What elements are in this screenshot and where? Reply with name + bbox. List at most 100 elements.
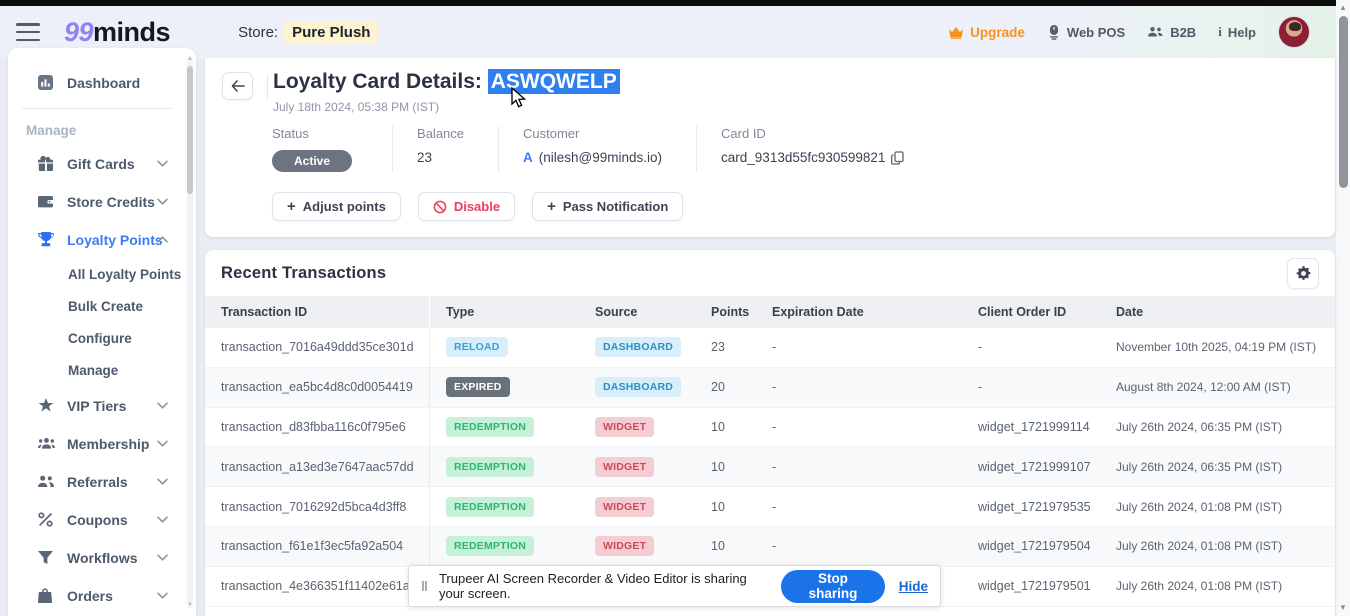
store-selector: Store: Pure Plush bbox=[238, 20, 379, 44]
sidebar-item-dashboard[interactable]: Dashboard bbox=[8, 69, 186, 96]
app-logo[interactable]: 99minds bbox=[64, 16, 171, 48]
sidebar-item-workflows[interactable]: Workflows bbox=[8, 544, 186, 571]
sidebar-item-membership[interactable]: Membership bbox=[8, 430, 186, 457]
stop-sharing-button[interactable]: Stop sharing bbox=[781, 569, 885, 603]
scroll-up-arrow-icon[interactable]: ▲ bbox=[1336, 2, 1350, 14]
sidebar-item-orders[interactable]: Orders bbox=[8, 582, 186, 609]
cell-client-order-id: - bbox=[978, 380, 983, 395]
referrals-icon bbox=[38, 473, 55, 490]
cell-expiration-date: - bbox=[772, 539, 777, 554]
hamburger-menu-icon[interactable] bbox=[16, 23, 40, 41]
transaction-row: transaction_a13ed3e7647aac57dd REDEMPTION… bbox=[205, 447, 1335, 488]
dashboard-icon bbox=[38, 74, 55, 91]
card-actions: + Adjust points Disable + Pass Notificat… bbox=[272, 192, 684, 221]
balance-field: Balance 23 bbox=[417, 126, 500, 172]
sidebar-item-label: Workflows bbox=[67, 549, 138, 566]
sidebar-item-store-credits[interactable]: Store Credits bbox=[8, 188, 186, 215]
disable-button[interactable]: Disable bbox=[417, 192, 516, 221]
cell-source: WIDGET bbox=[579, 496, 695, 517]
back-button[interactable] bbox=[222, 72, 253, 100]
cell-transaction-id: transaction_7016292d5bca4d3ff8 bbox=[205, 487, 430, 526]
sidebar-item-vip-tiers[interactable]: VIP Tiers bbox=[8, 392, 186, 419]
sidebar-subitem-all-loyalty-points[interactable]: All Loyalty Points bbox=[8, 264, 186, 285]
table-settings-button[interactable] bbox=[1287, 257, 1319, 289]
logo-minds: minds bbox=[93, 16, 171, 47]
customer-email[interactable]: (nilesh@99minds.io) bbox=[539, 150, 662, 165]
chevron-down-icon bbox=[157, 478, 168, 485]
gear-icon bbox=[1296, 265, 1311, 281]
cell-source: DASHBOARD bbox=[579, 377, 695, 398]
type-badge: RELOAD bbox=[446, 337, 508, 358]
customer-initial: A bbox=[523, 150, 533, 165]
scroll-down-arrow-icon[interactable]: ▼ bbox=[1336, 602, 1350, 614]
sidebar-item-label: Store Credits bbox=[67, 193, 155, 210]
adjust-points-button[interactable]: + Adjust points bbox=[272, 192, 401, 221]
sidebar-item-label: Loyalty Points bbox=[67, 231, 163, 248]
cell-points: 10 bbox=[711, 539, 725, 554]
page-scrollbar-thumb[interactable] bbox=[1338, 16, 1348, 188]
hide-share-bar-link[interactable]: Hide bbox=[899, 579, 928, 594]
cell-date: July 26th 2024, 06:35 PM (IST) bbox=[1116, 459, 1283, 474]
sidebar-scrollbar: ▲ ▼ bbox=[187, 56, 193, 608]
cell-source: WIDGET bbox=[579, 456, 695, 477]
status-field: Status Active bbox=[272, 126, 394, 172]
sidebar-item-label: Orders bbox=[67, 587, 113, 604]
sidebar-item-coupons[interactable]: Coupons bbox=[8, 506, 186, 533]
card-id-label: Card ID bbox=[721, 126, 766, 141]
cell-points: 10 bbox=[711, 499, 725, 514]
sidebar-item-label: Referrals bbox=[67, 473, 128, 490]
help-link[interactable]: i Help bbox=[1218, 24, 1256, 40]
b2b-label: B2B bbox=[1170, 24, 1197, 40]
cell-points: 10 bbox=[711, 419, 725, 434]
sidebar-scrollbar-thumb[interactable] bbox=[187, 66, 193, 194]
cell-date: July 26th 2024, 01:08 PM (IST) bbox=[1116, 579, 1283, 594]
type-badge: EXPIRED bbox=[446, 377, 510, 398]
sidebar-subitem-manage[interactable]: Manage bbox=[8, 360, 186, 381]
user-avatar[interactable] bbox=[1278, 16, 1310, 48]
drag-handle-icon[interactable]: ‖ bbox=[421, 578, 429, 594]
sidebar-section-label: Manage bbox=[26, 123, 77, 138]
source-badge: WIDGET bbox=[595, 536, 655, 557]
upgrade-label: Upgrade bbox=[970, 24, 1025, 40]
b2b-link[interactable]: B2B bbox=[1147, 25, 1196, 40]
sidebar-scroll-down-icon[interactable]: ▼ bbox=[186, 602, 194, 608]
sidebar-scroll-up-icon[interactable]: ▲ bbox=[186, 56, 194, 62]
webpos-link[interactable]: Web POS bbox=[1047, 24, 1125, 40]
pass-notification-button[interactable]: + Pass Notification bbox=[532, 192, 684, 221]
source-badge: DASHBOARD bbox=[595, 377, 682, 398]
source-badge: WIDGET bbox=[595, 456, 655, 477]
sidebar-item-gift-cards[interactable]: Gift Cards bbox=[8, 150, 186, 177]
cell-expiration-date: - bbox=[772, 499, 777, 514]
type-badge: REDEMPTION bbox=[446, 496, 535, 517]
sidebar-subitem-configure[interactable]: Configure bbox=[8, 328, 186, 349]
customer-label: Customer bbox=[523, 126, 580, 141]
sidebar-item-label: Coupons bbox=[67, 511, 128, 528]
loyalty-card-details-panel: Loyalty Card Details: ASWQWELP July 18th… bbox=[205, 58, 1335, 237]
sidebar: Dashboard Manage Gift Cards Store Credits Lo… bbox=[8, 48, 196, 616]
column-header-client-order-id: Client Order ID bbox=[978, 305, 1067, 319]
chevron-down-icon bbox=[157, 516, 168, 523]
cell-client-order-id: widget_1721979501 bbox=[978, 579, 1091, 594]
upgrade-button[interactable]: Upgrade bbox=[948, 25, 1025, 40]
column-header-points: Points bbox=[711, 305, 750, 319]
sidebar-item-label: Gift Cards bbox=[67, 155, 135, 172]
store-name[interactable]: Pure Plush bbox=[284, 20, 379, 44]
cell-type: REDEMPTION bbox=[430, 496, 579, 517]
cell-transaction-id: transaction_ea5bc4d8c0d0054419 bbox=[205, 367, 430, 407]
cell-date: August 8th 2024, 12:00 AM (IST) bbox=[1116, 380, 1291, 395]
source-badge: WIDGET bbox=[595, 416, 655, 437]
cell-date: July 26th 2024, 01:08 PM (IST) bbox=[1116, 499, 1283, 514]
sidebar-subitem-bulk-create[interactable]: Bulk Create bbox=[8, 296, 186, 317]
store-label: Store: bbox=[238, 23, 279, 41]
source-badge: DASHBOARD bbox=[595, 337, 682, 358]
page-title: Loyalty Card Details: ASWQWELP bbox=[273, 69, 620, 94]
gift-icon bbox=[38, 155, 55, 172]
cell-points: 10 bbox=[711, 459, 725, 474]
sidebar-item-referrals[interactable]: Referrals bbox=[8, 468, 186, 495]
chevron-down-icon bbox=[157, 440, 168, 447]
page-title-prefix: Loyalty Card Details: bbox=[273, 70, 488, 93]
sidebar-item-loyalty-points[interactable]: Loyalty Points bbox=[8, 226, 186, 253]
copy-icon[interactable] bbox=[891, 150, 905, 165]
sidebar-nav: Dashboard Manage Gift Cards Store Credits Lo… bbox=[8, 69, 196, 616]
cell-client-order-id: widget_1721979504 bbox=[978, 539, 1091, 554]
